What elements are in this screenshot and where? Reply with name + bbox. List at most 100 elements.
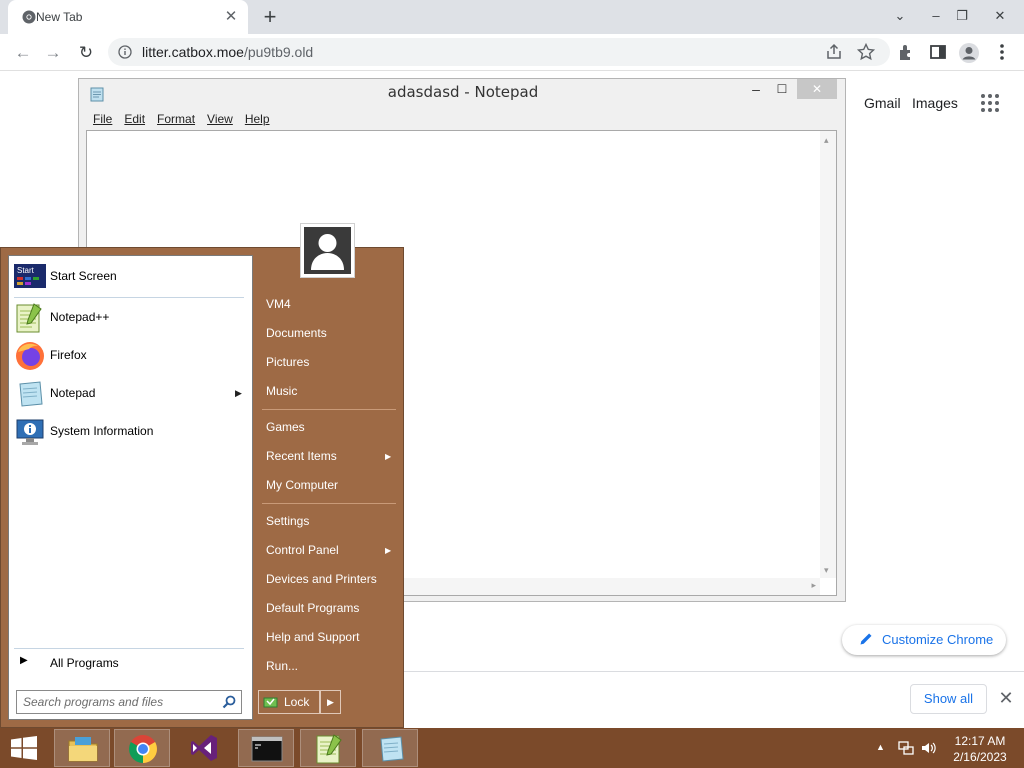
notepad-maximize-icon[interactable]: ☐ bbox=[769, 79, 795, 99]
show-all-downloads-button[interactable]: Show all bbox=[910, 684, 987, 714]
menu-format[interactable]: Format bbox=[157, 112, 195, 126]
settings-link[interactable]: Settings bbox=[266, 514, 309, 528]
separator bbox=[262, 409, 396, 410]
windows-start-icon bbox=[11, 736, 37, 760]
url-path: /pu9tb9.old bbox=[243, 44, 314, 60]
start-button[interactable] bbox=[2, 729, 48, 767]
control-panel-link[interactable]: Control Panel bbox=[266, 543, 339, 557]
notepadpp-icon bbox=[314, 733, 344, 765]
tab-title: New Tab bbox=[36, 10, 83, 24]
system-clock[interactable]: 12:17 AM 2/16/2023 bbox=[940, 733, 1020, 765]
site-info-icon[interactable] bbox=[118, 45, 132, 59]
file-explorer-icon bbox=[67, 735, 99, 763]
visual-studio-button[interactable] bbox=[176, 729, 232, 767]
share-icon[interactable] bbox=[824, 42, 846, 64]
all-programs-item[interactable]: ▶ All Programs bbox=[8, 652, 253, 674]
notepad-label: Notepad bbox=[50, 386, 96, 400]
system-information-label: System Information bbox=[50, 424, 154, 438]
chrome-menu-icon[interactable] bbox=[992, 42, 1014, 64]
download-bar-close-icon[interactable]: ✕ bbox=[996, 688, 1016, 708]
notepad-item[interactable]: Notepad ▶ bbox=[8, 376, 253, 412]
gmail-link[interactable]: Gmail bbox=[864, 95, 901, 111]
menu-view[interactable]: View bbox=[207, 112, 233, 126]
chrome-taskbar-button[interactable] bbox=[114, 729, 170, 767]
tab-search-icon[interactable]: ⌄ bbox=[888, 6, 912, 26]
pictures-link[interactable]: Pictures bbox=[266, 355, 309, 369]
notepad-icon bbox=[375, 733, 407, 765]
notepad-taskbar-button[interactable] bbox=[362, 729, 418, 767]
vertical-scrollbar[interactable]: ▴ ▾ bbox=[820, 131, 836, 578]
scroll-right-icon[interactable]: ▸ bbox=[811, 580, 816, 591]
games-link[interactable]: Games bbox=[266, 420, 305, 434]
url-text[interactable]: litter.catbox.moe/pu9tb9.old bbox=[142, 44, 313, 60]
recent-items-link[interactable]: Recent Items bbox=[266, 449, 337, 463]
separator bbox=[262, 503, 396, 504]
default-programs-link[interactable]: Default Programs bbox=[266, 601, 359, 615]
start-screen-item[interactable]: Start Start Screen bbox=[8, 259, 253, 295]
network-icon[interactable] bbox=[897, 739, 915, 757]
notepadpp-icon bbox=[14, 302, 44, 334]
lock-button[interactable]: Lock bbox=[258, 690, 320, 714]
command-prompt-icon bbox=[251, 736, 283, 762]
control-panel-arrow-icon: ▶ bbox=[385, 546, 392, 555]
new-tab-button[interactable]: + bbox=[259, 6, 281, 28]
command-prompt-button[interactable] bbox=[238, 729, 294, 767]
url-host: litter.catbox.moe bbox=[142, 44, 244, 60]
minimize-icon[interactable]: – bbox=[924, 6, 948, 26]
run-link[interactable]: Run... bbox=[266, 659, 298, 673]
help-and-support-link[interactable]: Help and Support bbox=[266, 630, 359, 644]
bookmark-star-icon[interactable] bbox=[856, 42, 878, 64]
separator bbox=[14, 297, 244, 298]
back-icon[interactable]: ← bbox=[12, 42, 34, 64]
show-hidden-icons-icon[interactable]: ▲ bbox=[876, 742, 885, 752]
profile-avatar-icon[interactable] bbox=[958, 42, 980, 64]
submenu-arrow-icon: ▶ bbox=[235, 388, 242, 398]
notepad-title: adasdasd - Notepad bbox=[387, 83, 539, 101]
notepadpp-label: Notepad++ bbox=[50, 310, 110, 324]
lock-icon bbox=[263, 696, 279, 708]
google-apps-icon[interactable] bbox=[980, 93, 1000, 113]
pencil-icon bbox=[858, 631, 874, 647]
svg-text:Start: Start bbox=[17, 266, 35, 275]
menu-help[interactable]: Help bbox=[245, 112, 270, 126]
chrome-icon bbox=[128, 734, 158, 764]
start-screen-label: Start Screen bbox=[50, 269, 117, 283]
firefox-item[interactable]: Firefox bbox=[8, 338, 253, 374]
shutdown-options-arrow-icon[interactable]: ▶ bbox=[320, 690, 341, 714]
notepad-close-icon[interactable]: ✕ bbox=[797, 79, 837, 99]
images-link[interactable]: Images bbox=[912, 95, 958, 111]
documents-link[interactable]: Documents bbox=[266, 326, 327, 340]
firefox-label: Firefox bbox=[50, 348, 87, 362]
my-computer-link[interactable]: My Computer bbox=[266, 478, 338, 492]
reload-icon[interactable]: ↻ bbox=[75, 42, 97, 64]
all-programs-label: All Programs bbox=[50, 656, 119, 670]
close-window-icon[interactable]: ✕ bbox=[988, 6, 1012, 26]
clock-date: 2/16/2023 bbox=[953, 750, 1007, 764]
notepadpp-item[interactable]: Notepad++ bbox=[8, 300, 253, 336]
scroll-up-icon[interactable]: ▴ bbox=[824, 135, 829, 146]
chrome-favicon-icon bbox=[22, 10, 36, 24]
notepad-menubar: File Edit Format View Help bbox=[93, 112, 282, 126]
vm4-link[interactable]: VM4 bbox=[266, 297, 291, 311]
user-avatar[interactable] bbox=[300, 223, 355, 278]
extensions-icon[interactable] bbox=[896, 42, 918, 64]
lock-label: Lock bbox=[284, 695, 310, 709]
devices-and-printers-link[interactable]: Devices and Printers bbox=[266, 572, 377, 586]
notepadpp-taskbar-button[interactable] bbox=[300, 729, 356, 767]
start-screen-icon: Start bbox=[14, 264, 46, 288]
clock-time: 12:17 AM bbox=[954, 734, 1006, 748]
notepad-minimize-icon[interactable]: – bbox=[743, 79, 769, 99]
scroll-down-icon[interactable]: ▾ bbox=[824, 565, 829, 576]
all-programs-arrow-icon: ▶ bbox=[20, 655, 28, 666]
music-link[interactable]: Music bbox=[266, 384, 297, 398]
search-icon[interactable] bbox=[221, 694, 237, 710]
file-explorer-button[interactable] bbox=[54, 729, 110, 767]
system-information-item[interactable]: System Information bbox=[8, 414, 253, 450]
side-panel-icon[interactable] bbox=[928, 42, 950, 64]
menu-file[interactable]: File bbox=[93, 112, 112, 126]
tab-close-icon[interactable]: ✕ bbox=[222, 8, 240, 26]
forward-icon[interactable]: → bbox=[42, 42, 64, 64]
menu-edit[interactable]: Edit bbox=[124, 112, 145, 126]
volume-icon[interactable] bbox=[920, 739, 938, 757]
restore-icon[interactable]: ❐ bbox=[950, 6, 974, 26]
